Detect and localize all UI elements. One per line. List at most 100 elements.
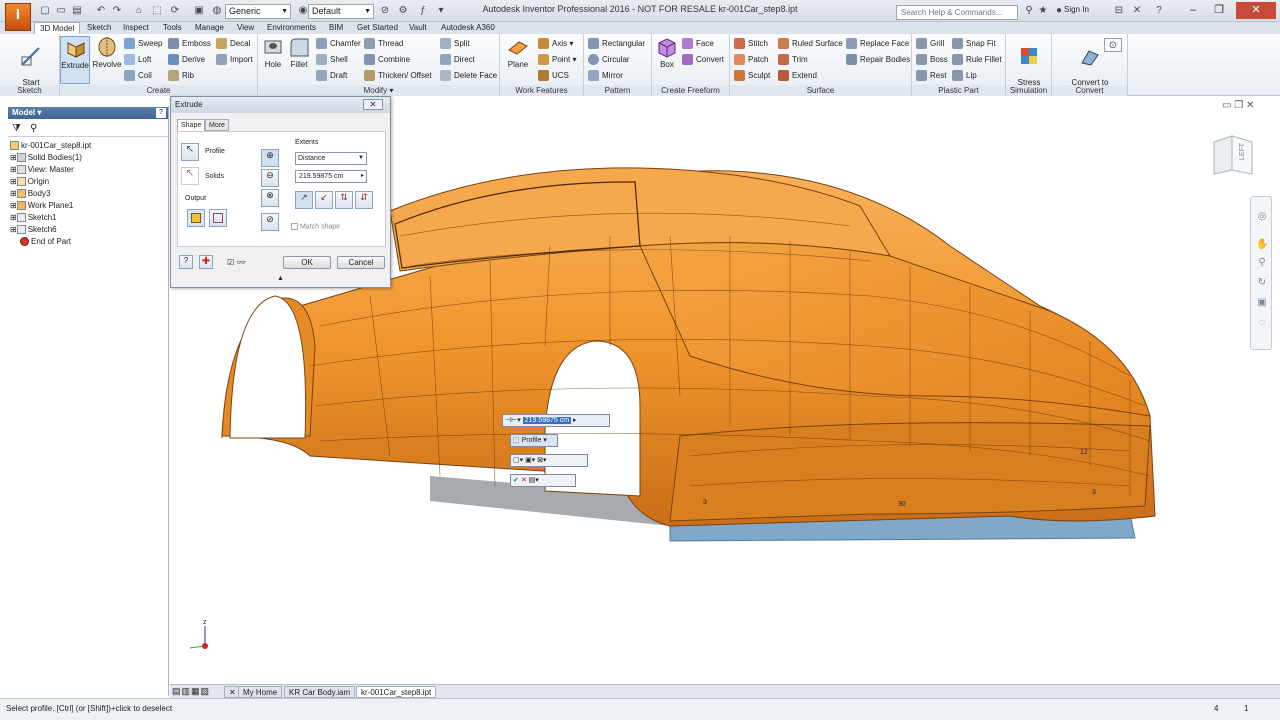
loft-button[interactable]: Loft <box>124 53 151 66</box>
distance-mini-value[interactable]: 219.59875 cm <box>522 417 572 424</box>
customize-icon[interactable]: ▾ <box>434 4 448 18</box>
intersect-button[interactable]: ⊗ <box>261 189 279 207</box>
color-wheel-icon[interactable]: ◍ <box>210 4 224 18</box>
patch-button[interactable]: Patch <box>734 53 768 66</box>
home-icon[interactable]: ⌂ <box>132 4 146 18</box>
pan-icon[interactable]: ✋ <box>1256 239 1268 251</box>
tab-tools[interactable]: Tools <box>158 22 187 34</box>
expand-arrow-icon[interactable]: ▲ <box>277 275 284 282</box>
dialog-close-button[interactable]: ✕ <box>363 99 383 110</box>
tree-item-sketch1[interactable]: ⊞ Sketch1 <box>10 212 57 224</box>
tab-a360[interactable]: Autodesk A360 <box>436 22 500 34</box>
tab-get-started[interactable]: Get Started <box>352 22 403 34</box>
box-button[interactable]: Box <box>654 36 680 69</box>
extrude-button[interactable]: Extrude <box>60 36 90 84</box>
repair-bodies-button[interactable]: Repair Bodies <box>846 53 910 66</box>
tab-layout-icons[interactable]: ▤▥▦▧ <box>172 686 210 697</box>
direction-symmetric-button[interactable]: ⇅ <box>335 191 353 209</box>
ok-button[interactable]: OK <box>283 256 331 269</box>
restore-button[interactable]: ❐ <box>1206 2 1232 19</box>
close-button[interactable]: ✕ <box>1236 2 1276 19</box>
check-icon[interactable]: ✔ <box>513 477 519 484</box>
preview-toggle[interactable]: ☑ 👓 <box>227 258 246 267</box>
doc-tab-home[interactable]: My Home <box>238 686 283 698</box>
save-icon[interactable]: ▤ <box>70 4 84 18</box>
output-solid-button[interactable] <box>187 209 205 227</box>
split-button[interactable]: Split <box>440 37 470 50</box>
profile-select-button[interactable]: ↖ <box>181 143 199 161</box>
properties-icon[interactable]: ▣ <box>192 4 206 18</box>
output-mini-toolbar[interactable]: ▢▾ ▣▾ ⊠▾ <box>510 454 588 467</box>
replace-face-button[interactable]: Replace Face <box>846 37 909 50</box>
sweep-button[interactable]: Sweep <box>124 37 162 50</box>
direction-asymmetric-button[interactable]: ⇵ <box>355 191 373 209</box>
lip-button[interactable]: Lip <box>952 69 977 82</box>
grill-button[interactable]: Grill <box>916 37 944 50</box>
appearance-select[interactable]: Default ▼ <box>308 4 374 19</box>
new-solid-button[interactable]: ⊘ <box>261 213 279 231</box>
tree-item-part[interactable]: kr-001Car_step8.ipt <box>10 140 91 152</box>
tab-3d-model[interactable]: 3D Model <box>34 22 81 34</box>
sculpt-button[interactable]: Sculpt <box>734 69 770 82</box>
join-button[interactable]: ⊕ <box>261 149 279 167</box>
tab-vault[interactable]: Vault <box>404 22 432 34</box>
tree-item-body3[interactable]: ⊞ Body3 <box>10 188 50 200</box>
coil-button[interactable]: Coil <box>124 69 152 82</box>
free-orbit-icon[interactable]: ◌ <box>1256 317 1268 329</box>
ucs-button[interactable]: UCS <box>538 69 569 82</box>
point-button[interactable]: Point ▾ <box>538 53 576 66</box>
minimize-button[interactable]: – <box>1180 2 1206 19</box>
stitch-button[interactable]: Stitch <box>734 37 768 50</box>
fillet-button[interactable]: Fillet <box>286 36 312 69</box>
draft-button[interactable]: Draft <box>316 69 347 82</box>
plane-button[interactable]: Plane <box>504 36 532 69</box>
direction-flip-button[interactable]: ↙ <box>315 191 333 209</box>
tab-sketch[interactable]: Sketch <box>82 22 116 34</box>
select-icon[interactable]: ⬚ <box>150 4 164 18</box>
steering-wheel-icon[interactable]: ◎ <box>1256 211 1268 223</box>
direction-default-button[interactable]: ↗ <box>295 191 313 209</box>
delete-face-button[interactable]: Delete Face <box>440 69 497 82</box>
thread-button[interactable]: Thread <box>364 37 403 50</box>
combine-button[interactable]: Combine <box>364 53 410 66</box>
tab-environments[interactable]: Environments <box>262 22 321 34</box>
orbit-icon[interactable]: ↻ <box>1256 277 1268 289</box>
shell-button[interactable]: Shell <box>316 53 348 66</box>
trim-button[interactable]: Trim <box>778 53 808 66</box>
extents-type-select[interactable]: Distance ▼ <box>295 152 367 165</box>
tab-shape[interactable]: Shape <box>177 119 206 131</box>
browser-title[interactable]: Model ▾ <box>8 107 168 119</box>
tab-more[interactable]: More <box>205 119 229 131</box>
solids-select-button[interactable]: ↖ <box>181 167 199 185</box>
sign-in-link[interactable]: Sign In <box>1064 5 1089 14</box>
tab-bim[interactable]: BIM <box>324 22 348 34</box>
hole-button[interactable]: Hole <box>260 36 286 69</box>
confirm-mini-toolbar[interactable]: ✔ ✕ ▤▾ <box>510 474 576 487</box>
tree-item-end-of-part[interactable]: End of Part <box>20 236 71 248</box>
distance-mini-input[interactable]: ⊣⊢▾ 219.59875 cm ▸ <box>502 414 610 427</box>
adjust-icon[interactable]: ⚙ <box>396 4 410 18</box>
thicken-button[interactable]: Thicken/ Offset <box>364 69 432 82</box>
cancel-button[interactable]: Cancel <box>337 256 385 269</box>
filter-icon[interactable]: ⧩ <box>12 123 21 134</box>
circular-button[interactable]: Circular <box>588 53 630 66</box>
doc-tab-car-step8[interactable]: kr-001Car_step8.ipt <box>356 686 437 698</box>
search-input[interactable]: Search Help & Commands... <box>896 5 1018 20</box>
mirror-button[interactable]: Mirror <box>588 69 623 82</box>
help-icon[interactable]: ? <box>156 108 166 118</box>
dialog-title[interactable]: Extrude <box>171 97 390 113</box>
help-button[interactable]: ? <box>179 255 193 269</box>
derive-button[interactable]: Derive <box>168 53 205 66</box>
emboss-button[interactable]: Emboss <box>168 37 211 50</box>
cut-button[interactable]: ⊖ <box>261 169 279 187</box>
add-button[interactable]: ✚ <box>199 255 213 269</box>
snap-fit-button[interactable]: Snap Fit <box>952 37 996 50</box>
open-icon[interactable]: ▭ <box>54 4 68 18</box>
help-icon[interactable]: ? <box>1152 4 1166 18</box>
cancel-x-icon[interactable]: ✕ <box>521 477 527 484</box>
tab-view[interactable]: View <box>232 22 259 34</box>
tree-item-solid-bodies[interactable]: ⊞ Solid Bodies(1) <box>10 152 82 164</box>
tree-item-work-plane[interactable]: ⊞ Work Plane1 <box>10 200 73 212</box>
update-icon[interactable]: ⟳ <box>168 4 182 18</box>
look-at-icon[interactable]: ▣ <box>1256 297 1268 309</box>
